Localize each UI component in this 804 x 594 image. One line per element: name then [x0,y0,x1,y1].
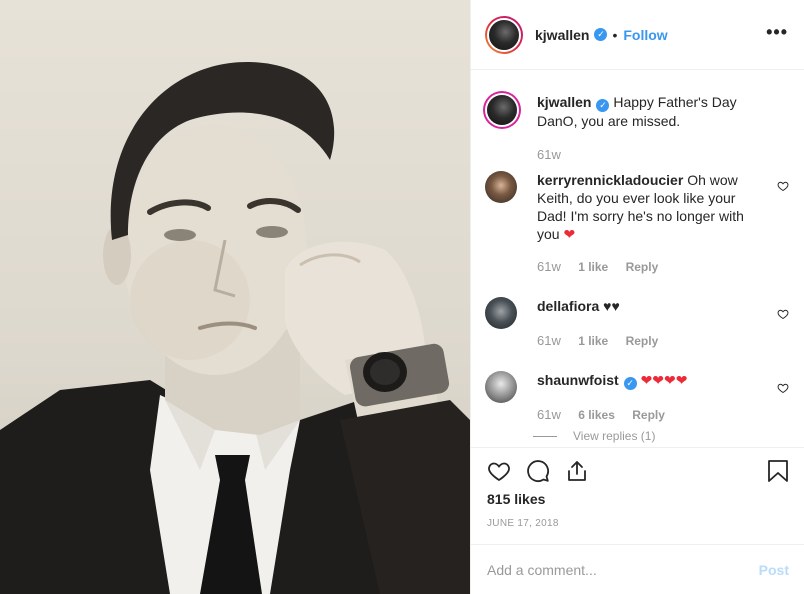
heart-emoji: ❤❤❤❤ [640,372,688,388]
avatar[interactable] [485,371,517,403]
comment-username[interactable]: kerryrennickladoucier [537,172,683,188]
comment-meta: 61w 6 likes Reply [537,407,679,422]
caption-meta: 61w [537,147,575,162]
comment-username[interactable]: dellafiora [537,298,599,314]
share-icon[interactable] [565,459,589,483]
post-header: kjwallen ✓ • Follow ••• [471,0,804,70]
view-replies-label: View replies (1) [573,429,656,443]
heart-icon[interactable] [777,180,789,192]
verified-icon: ✓ [596,99,610,112]
comment-age: 61w [537,407,561,422]
reply-button[interactable]: Reply [626,334,659,348]
comment-likes[interactable]: 1 like [578,334,608,348]
comment-body: kerryrennickladoucier Oh wow Keith, do y… [537,171,765,243]
follow-button[interactable]: Follow [623,27,667,43]
comment-username[interactable]: shaunwfoist [537,372,619,388]
comment-meta: 61w 1 like Reply [537,333,672,348]
comment-age: 61w [537,259,561,274]
caption-age: 61w [537,147,561,162]
author-username[interactable]: kjwallen [535,27,589,43]
reply-button[interactable]: Reply [632,408,665,422]
likes-count[interactable]: 815 likes [487,491,545,507]
post-button[interactable]: Post [759,562,789,578]
heart-icon[interactable] [777,308,789,320]
avatar[interactable] [485,297,517,329]
post-date[interactable]: JUNE 17, 2018 [487,518,559,529]
comment-composer: Post [471,544,804,594]
avatar[interactable] [487,95,517,125]
divider [533,436,557,438]
comment-age: 61w [537,333,561,348]
verified-icon: ✓ [594,28,608,41]
caption-username[interactable]: kjwallen [537,94,591,110]
comment-body: shaunwfoist ✓ ❤❤❤❤ [537,371,765,390]
heart-emoji: ♥♥ [603,298,620,314]
comment-meta: 61w 1 like Reply [537,259,672,274]
verified-icon: ✓ [623,377,637,390]
comment-likes[interactable]: 6 likes [578,408,615,422]
comment-icon[interactable] [526,459,550,483]
instagram-post: kjwallen ✓ • Follow ••• kjwallen ✓ Happy … [0,0,804,594]
post-photo[interactable] [0,0,470,594]
heart-emoji: ❤ [563,226,576,242]
view-replies-button[interactable]: View replies (1) [533,429,655,443]
caption-body: kjwallen ✓ Happy Father's Day DanO, you a… [537,93,765,130]
reply-button[interactable]: Reply [626,260,659,274]
comment-input[interactable] [487,561,759,578]
post-sidebar: kjwallen ✓ • Follow ••• kjwallen ✓ Happy … [470,0,804,594]
heart-icon[interactable] [777,382,789,394]
action-bar [471,447,804,497]
separator-dot: • [612,26,618,43]
author-avatar[interactable] [485,15,523,54]
avatar[interactable] [485,171,517,203]
comment-body: dellafiora ♥♥ [537,297,765,315]
portrait-illustration [0,61,470,594]
more-icon[interactable]: ••• [766,22,788,43]
comments-list[interactable]: kjwallen ✓ Happy Father's Day DanO, you a… [471,71,804,446]
comment-likes[interactable]: 1 like [578,260,608,274]
bookmark-icon[interactable] [767,459,789,483]
heart-icon[interactable] [487,459,511,483]
